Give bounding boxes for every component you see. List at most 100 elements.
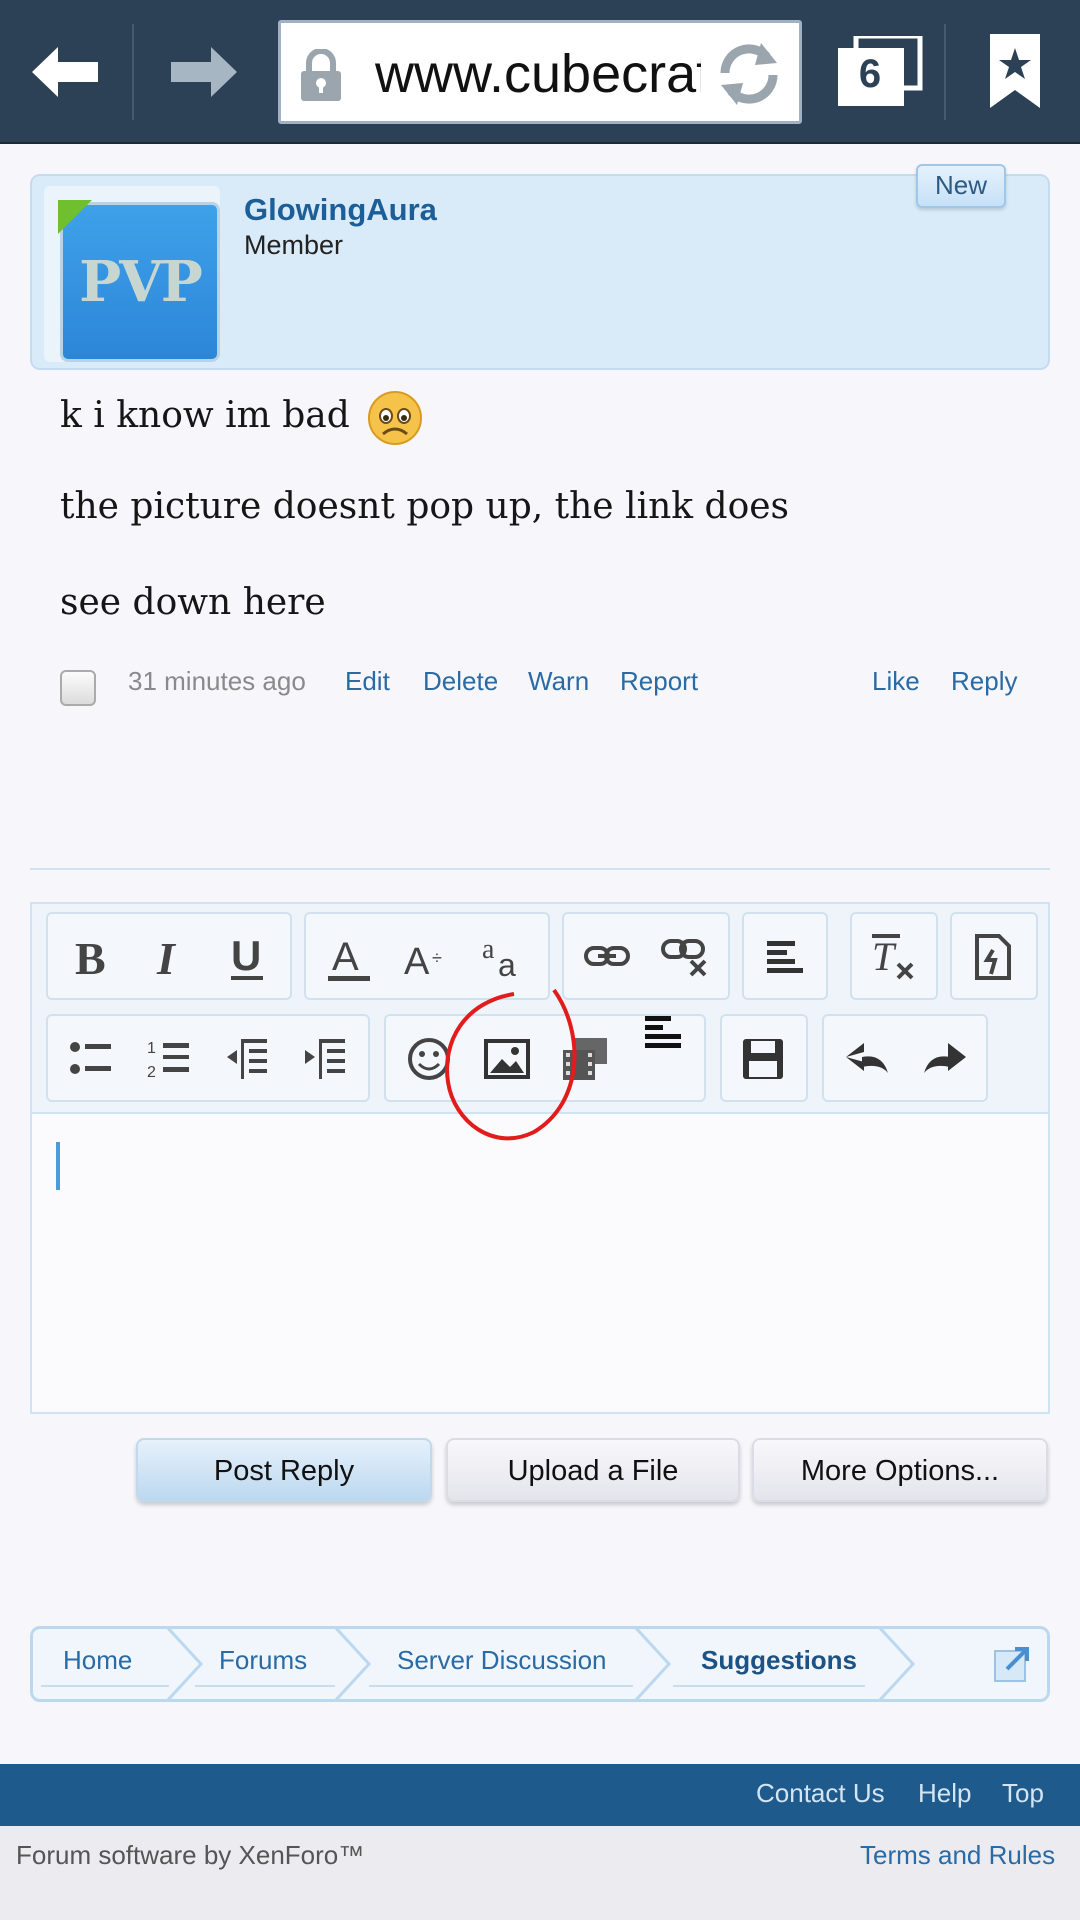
italic-icon: I (156, 934, 177, 980)
svg-text:A: A (332, 935, 359, 979)
unlink-icon (661, 939, 707, 977)
crumb-underline (673, 1685, 865, 1687)
svg-text:a: a (482, 934, 495, 965)
font-family-button[interactable]: aa (466, 914, 544, 1000)
contact-us-link[interactable]: Contact Us (756, 1778, 885, 1809)
post-user-info: PVP GlowingAura Member (30, 174, 1050, 370)
lock-icon (301, 49, 341, 101)
redo-button[interactable] (906, 1016, 984, 1102)
numbered-list-button[interactable]: 12 (130, 1016, 208, 1102)
font-size-button[interactable]: A ÷ (388, 914, 466, 1000)
crumb-underline (369, 1685, 633, 1687)
terms-link[interactable]: Terms and Rules (860, 1840, 1055, 1871)
footer-nav: Contact Us Help Top (0, 1764, 1080, 1826)
breadcrumb-server-discussion[interactable]: Server Discussion (367, 1629, 607, 1699)
indent-button[interactable] (286, 1016, 364, 1102)
more-options-button[interactable]: More Options... (752, 1438, 1048, 1502)
xenforo-credit[interactable]: Forum software by XenForo™ (16, 1840, 364, 1871)
forward-button[interactable] (135, 0, 268, 144)
upload-file-button[interactable]: Upload a File (446, 1438, 740, 1502)
svg-text:1: 1 (147, 1040, 156, 1057)
toolbar-group-insert (384, 1014, 706, 1102)
top-link[interactable]: Top (1002, 1778, 1044, 1809)
post-reply-button[interactable]: Post Reply (136, 1438, 432, 1502)
back-button[interactable] (0, 0, 133, 144)
font-color-button[interactable]: A (310, 914, 388, 1000)
avatar-logo-text: PVP (79, 249, 203, 315)
remove-format-icon: T (872, 934, 914, 980)
link-icon (584, 946, 630, 966)
reload-icon[interactable] (711, 39, 787, 109)
report-link[interactable]: Report (620, 666, 698, 697)
align-icon (767, 941, 803, 973)
warn-link[interactable]: Warn (528, 666, 589, 697)
breadcrumb-forums[interactable]: Forums (189, 1629, 307, 1699)
message-line: k i know im bad (60, 390, 423, 446)
username-link[interactable]: GlowingAura (244, 192, 437, 228)
font-color-icon: A (328, 935, 370, 981)
svg-text:T: T (872, 934, 897, 979)
toolbar-group-format: T (850, 912, 938, 1000)
help-link[interactable]: Help (918, 1778, 971, 1809)
underline-button[interactable]: U (208, 914, 286, 1000)
forward-arrow-icon (170, 47, 237, 97)
crumb-underline (41, 1685, 169, 1687)
new-badge: New (916, 164, 1006, 208)
insert-media-button[interactable] (546, 1016, 624, 1102)
tabs-button[interactable]: 6 (838, 36, 928, 108)
toolbar-group-history (822, 1014, 988, 1102)
bullet-list-icon (70, 1042, 111, 1074)
online-indicator (58, 200, 92, 234)
outdent-icon (227, 1039, 267, 1079)
align-button[interactable] (746, 914, 824, 1000)
unlink-button[interactable] (646, 914, 724, 1000)
view-source-icon (975, 934, 1011, 980)
address-bar[interactable]: www.cubecraftgames.net (278, 20, 802, 124)
underline-icon: U (231, 932, 263, 980)
breadcrumb-home[interactable]: Home (33, 1629, 132, 1699)
toolbar-group-link (562, 912, 730, 1000)
toolbar-group-draft (720, 1014, 808, 1102)
tab-count: 6 (858, 52, 882, 96)
edit-link[interactable]: Edit (345, 666, 390, 697)
indent-icon (305, 1039, 345, 1079)
bold-button[interactable]: B (52, 914, 130, 1000)
remove-format-button[interactable]: T (854, 914, 932, 1000)
toolbar-group-align (742, 912, 828, 1000)
italic-button[interactable]: I (130, 914, 208, 1000)
smilie-button[interactable] (390, 1016, 468, 1102)
undo-button[interactable] (828, 1016, 906, 1102)
link-button[interactable] (568, 914, 646, 1000)
view-source-button[interactable] (954, 914, 1032, 1000)
smilie-icon (408, 1038, 450, 1080)
numbered-list-icon: 12 (147, 1040, 189, 1081)
save-draft-button[interactable] (724, 1016, 802, 1102)
breadcrumb-separator-icon (878, 1629, 916, 1699)
breadcrumb-suggestions[interactable]: Suggestions (671, 1629, 857, 1699)
insert-image-button[interactable] (468, 1016, 546, 1102)
select-post-checkbox[interactable] (60, 670, 96, 706)
avatar-frame: PVP (44, 186, 220, 362)
redo-icon (924, 1043, 966, 1073)
bullet-list-button[interactable] (52, 1016, 130, 1102)
browser-toolbar: www.cubecraftgames.net 6 (0, 0, 1080, 144)
toolbar-divider (944, 24, 946, 120)
bookmark-button[interactable] (962, 28, 1068, 116)
reply-link[interactable]: Reply (951, 666, 1017, 697)
bold-icon: B (75, 934, 106, 980)
jump-menu-icon[interactable] (993, 1643, 1033, 1683)
post-date[interactable]: 31 minutes ago (128, 666, 306, 697)
delete-link[interactable]: Delete (423, 666, 498, 697)
breadcrumb-separator-icon (634, 1629, 672, 1699)
back-arrow-icon (31, 47, 98, 97)
toolbar-group-source (950, 912, 1038, 1000)
message-editor-input[interactable] (32, 1112, 1048, 1412)
like-link[interactable]: Like (872, 666, 920, 697)
svg-text:B: B (75, 934, 106, 980)
align-more-button[interactable] (624, 992, 702, 1072)
svg-text:a: a (498, 947, 516, 982)
undo-icon (846, 1043, 888, 1073)
user-title: Member (244, 230, 344, 260)
outdent-button[interactable] (208, 1016, 286, 1102)
post-controls: 31 minutes ago Edit Delete Warn Report L… (60, 660, 1030, 710)
